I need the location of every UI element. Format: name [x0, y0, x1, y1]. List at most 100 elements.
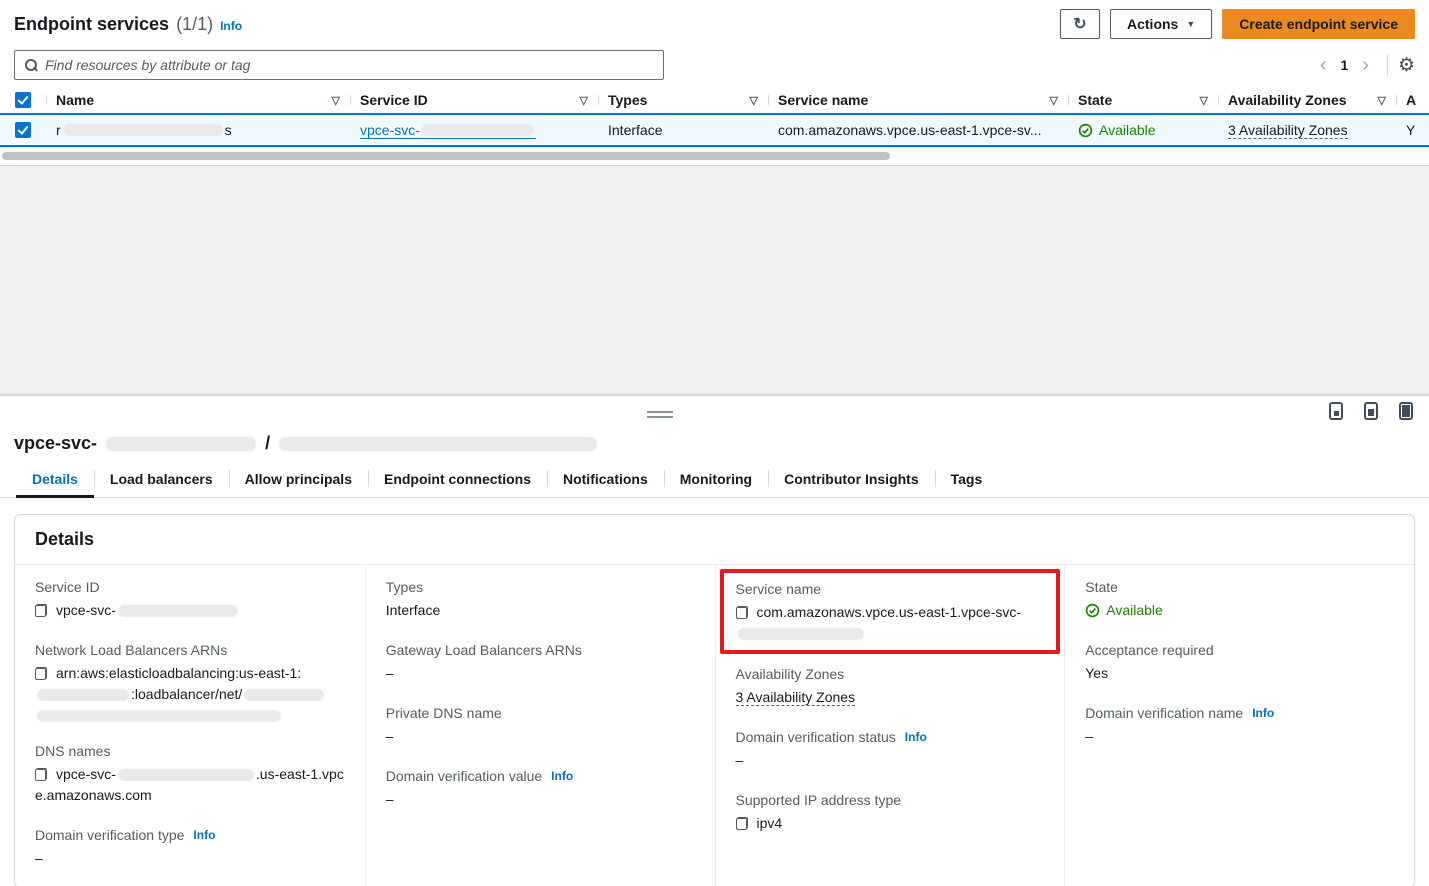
status-available-icon	[1078, 123, 1093, 138]
filter-icon[interactable]: ▽	[326, 94, 340, 107]
split-panel-drag-handle[interactable]	[647, 411, 673, 418]
filter-icon[interactable]: ▽	[744, 94, 758, 107]
column-header-acceptance-truncated: A	[1396, 92, 1429, 108]
next-page-icon[interactable]: ›	[1354, 55, 1377, 75]
prev-page-icon[interactable]: ‹	[1312, 55, 1335, 75]
search-input[interactable]	[45, 57, 654, 73]
info-link[interactable]: Info	[551, 769, 573, 783]
field-glb-arns: Gateway Load Balancers ARNs –	[386, 642, 695, 684]
field-availability-zones: Availability Zones 3 Availability Zones	[736, 666, 1045, 708]
field-nlb-arns: Network Load Balancers ARNs arn:aws:elas…	[35, 642, 345, 722]
search-box	[14, 50, 664, 80]
info-link[interactable]: Info	[193, 828, 215, 842]
details-card: Details Service ID vpce-svc- Network Loa…	[14, 514, 1415, 886]
redacted-text	[118, 605, 238, 617]
settings-gear-icon[interactable]: ⚙	[1398, 56, 1415, 75]
row-name-cell: rs	[46, 122, 350, 138]
field-domain-verification-type: Domain verification type Info –	[35, 827, 345, 869]
tab-endpoint-connections[interactable]: Endpoint connections	[368, 465, 547, 497]
pagination: ‹ 1 › ⚙	[1312, 54, 1415, 76]
redacted-text	[422, 124, 534, 136]
field-domain-verification-value: Domain verification value Info –	[386, 768, 695, 810]
field-service-name: Service name com.amazonaws.vpce.us-east-…	[736, 581, 1045, 640]
copy-icon[interactable]	[35, 604, 47, 617]
table-row[interactable]: rs vpce-svc- Interface com.amazonaws.vpc…	[0, 113, 1429, 147]
availability-zones-link[interactable]: 3 Availability Zones	[1228, 122, 1348, 139]
details-column-1: Service ID vpce-svc- Network Load Balanc…	[15, 565, 365, 886]
service-id-link[interactable]: vpce-svc-	[360, 122, 536, 139]
table-header-row: Name ▽ Service ID ▽ Types ▽ Service name…	[0, 87, 1429, 113]
tab-details[interactable]: Details	[16, 465, 94, 497]
status-available-icon	[1085, 603, 1100, 618]
copy-icon[interactable]	[35, 768, 47, 781]
field-acceptance-required: Acceptance required Yes	[1085, 642, 1394, 684]
detail-tabs: Details Load balancers Allow principals …	[0, 465, 1429, 498]
horizontal-scrollbar	[2, 151, 1427, 161]
row-availability-zones-cell: 3 Availability Zones	[1218, 122, 1396, 139]
endpoint-services-list-section: Endpoint services (1/1) Info ↻ Actions ▼…	[0, 0, 1429, 166]
search-icon	[24, 58, 38, 72]
field-domain-verification-status: Domain verification status Info –	[736, 729, 1045, 771]
filter-icon[interactable]: ▽	[1044, 94, 1058, 107]
panel-size-large-icon[interactable]	[1399, 402, 1413, 420]
filter-icon[interactable]: ▽	[1194, 94, 1208, 107]
copy-icon[interactable]	[736, 606, 748, 619]
row-types-cell: Interface	[598, 122, 768, 138]
select-all-checkbox[interactable]	[15, 92, 31, 108]
field-service-id: Service ID vpce-svc-	[35, 579, 345, 621]
title-info-link[interactable]: Info	[220, 19, 242, 33]
details-column-4: State Available Acceptance required Yes …	[1064, 565, 1414, 886]
actions-button[interactable]: Actions ▼	[1110, 9, 1212, 39]
info-link[interactable]: Info	[905, 730, 927, 744]
redacted-text	[244, 689, 324, 701]
field-types: Types Interface	[386, 579, 695, 621]
redacted-text	[118, 769, 254, 781]
redacted-text	[279, 437, 597, 451]
divider	[1387, 54, 1388, 76]
field-state: State Available	[1085, 579, 1394, 621]
tab-monitoring[interactable]: Monitoring	[664, 465, 768, 497]
field-private-dns-name: Private DNS name –	[386, 705, 695, 747]
column-header-service-id: Service ID ▽	[350, 92, 598, 108]
copy-icon[interactable]	[736, 817, 748, 830]
filter-icon[interactable]: ▽	[574, 94, 588, 107]
red-annotation-box: Service name com.amazonaws.vpce.us-east-…	[720, 569, 1061, 654]
panel-size-medium-icon[interactable]	[1364, 402, 1378, 420]
copy-icon[interactable]	[35, 667, 47, 680]
scrollbar-thumb[interactable]	[2, 152, 890, 160]
column-header-state: State ▽	[1068, 92, 1218, 108]
tab-load-balancers[interactable]: Load balancers	[94, 465, 229, 497]
redacted-text	[106, 437, 256, 451]
page-title: Endpoint services (1/1) Info	[14, 14, 242, 35]
info-link[interactable]: Info	[1252, 706, 1274, 720]
row-state-cell: Available	[1068, 122, 1218, 138]
caret-down-icon: ▼	[1186, 19, 1195, 29]
availability-zones-link[interactable]: 3 Availability Zones	[736, 689, 856, 706]
column-header-types: Types ▽	[598, 92, 768, 108]
details-card-heading: Details	[15, 515, 1414, 565]
resource-count: (1/1)	[176, 14, 213, 35]
tab-contributor-insights[interactable]: Contributor Insights	[768, 465, 935, 497]
tab-allow-principals[interactable]: Allow principals	[229, 465, 368, 497]
detail-split-panel: vpce-svc- / Details Load balancers Allow…	[0, 395, 1429, 886]
redacted-text	[37, 689, 129, 701]
page-title-text: Endpoint services	[14, 14, 169, 35]
column-header-name: Name ▽	[46, 92, 350, 108]
details-column-3: Service name com.amazonaws.vpce.us-east-…	[715, 565, 1065, 886]
redacted-text	[37, 710, 281, 722]
create-endpoint-service-button[interactable]: Create endpoint service	[1222, 9, 1415, 39]
row-checkbox[interactable]	[15, 122, 31, 138]
panel-size-small-icon[interactable]	[1329, 402, 1343, 420]
refresh-button[interactable]: ↻	[1060, 9, 1100, 39]
current-page[interactable]: 1	[1334, 57, 1354, 73]
column-header-availability-zones: Availability Zones ▽	[1218, 92, 1396, 108]
field-dns-names: DNS names vpce-svc-.us-east-1.vpce.amazo…	[35, 743, 345, 806]
row-acceptance-cell: Y	[1396, 122, 1429, 138]
tab-tags[interactable]: Tags	[935, 465, 999, 497]
tab-notifications[interactable]: Notifications	[547, 465, 664, 497]
field-domain-verification-name: Domain verification name Info –	[1085, 705, 1394, 747]
row-service-name-cell: com.amazonaws.vpce.us-east-1.vpce-sv...	[768, 122, 1068, 138]
refresh-icon: ↻	[1073, 14, 1086, 34]
row-service-id-cell: vpce-svc-	[350, 122, 598, 139]
filter-icon[interactable]: ▽	[1372, 94, 1386, 107]
